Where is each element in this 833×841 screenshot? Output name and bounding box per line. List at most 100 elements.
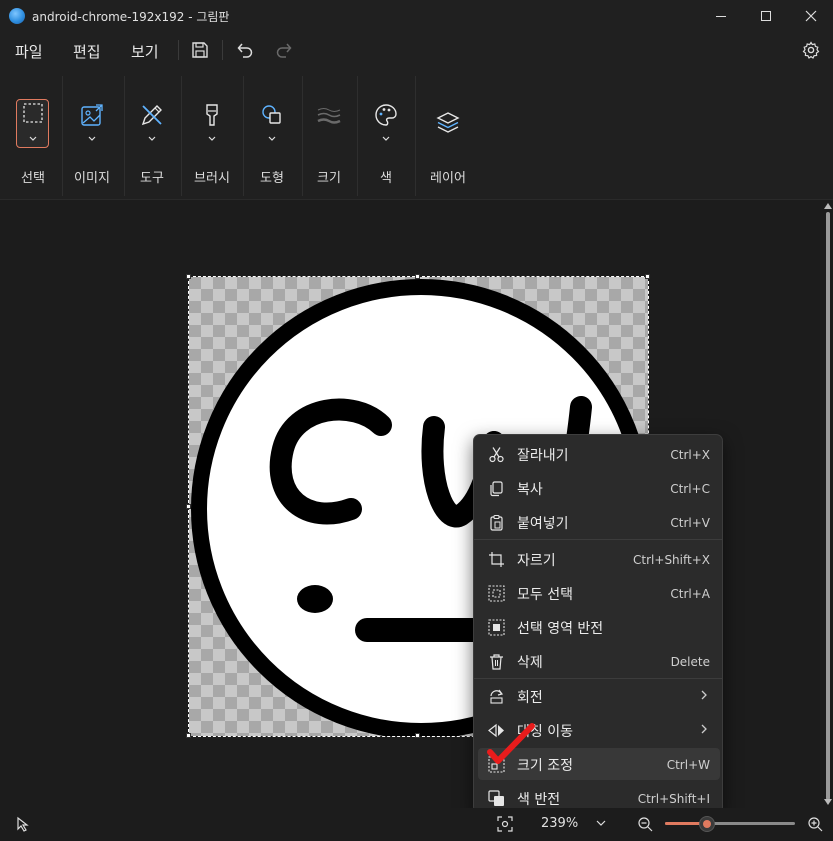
ribbon-tools-label: 도구 (140, 171, 164, 186)
zoom-slider-thumb[interactable] (698, 816, 715, 832)
invert-color-icon (488, 790, 504, 806)
menu-item-copy[interactable]: 복사 Ctrl+C (478, 472, 720, 504)
save-icon[interactable] (191, 41, 209, 59)
ribbon-select-label: 선택 (21, 171, 45, 186)
menu-item-label: 선택 영역 반전 (517, 621, 604, 637)
menu-item-shortcut: Ctrl+Shift+X (633, 553, 710, 567)
paste-clipboard-icon (490, 514, 503, 531)
menu-item-label: 자르기 (517, 553, 556, 569)
chevron-down-icon (596, 820, 606, 826)
brush-icon[interactable] (199, 102, 225, 128)
menu-item-label: 복사 (517, 482, 543, 498)
menu-item-label: 삭제 (517, 655, 543, 671)
scissors-icon (489, 447, 504, 463)
menu-item-shortcut: Ctrl+W (666, 758, 710, 772)
scroll-down-icon[interactable] (824, 799, 832, 805)
settings-gear-icon[interactable] (802, 41, 820, 59)
paint-app-icon (9, 8, 25, 24)
chevron-down-icon (382, 136, 390, 141)
ribbon-divider (62, 76, 63, 196)
vertical-scrollbar[interactable] (823, 200, 833, 808)
menu-item-select-all[interactable]: 모두 선택 Ctrl+A (478, 577, 720, 609)
selection-handle[interactable] (415, 274, 420, 279)
selection-handle[interactable] (415, 733, 420, 738)
chevron-down-icon (208, 136, 216, 141)
menu-view[interactable]: 보기 (131, 41, 159, 62)
red-checkmark-annotation (487, 723, 535, 764)
undo-icon[interactable] (236, 41, 254, 59)
menu-item-shortcut: Ctrl+X (670, 448, 710, 462)
menu-item-label: 붙여넣기 (517, 516, 569, 532)
menu-separator (474, 539, 722, 540)
trash-icon (490, 654, 503, 670)
menu-item-shortcut: Ctrl+A (670, 587, 710, 601)
minimize-button[interactable] (698, 0, 744, 32)
menu-item-invert-selection[interactable]: 선택 영역 반전 (478, 611, 720, 643)
layers-icon[interactable] (435, 110, 461, 136)
menu-file[interactable]: 파일 (15, 41, 43, 62)
minimize-icon (716, 15, 726, 17)
ribbon-divider (181, 76, 182, 196)
tools-pencil-eraser-icon[interactable] (139, 102, 165, 128)
menu-item-cut[interactable]: 잘라내기 Ctrl+X (478, 438, 720, 470)
ribbon-brush-label: 브러시 (194, 171, 230, 186)
select-all-icon (488, 585, 505, 602)
selection-handle[interactable] (186, 504, 191, 509)
shapes-icon[interactable] (259, 102, 285, 128)
ribbon-size-label: 크기 (317, 171, 341, 186)
ribbon-divider (415, 76, 416, 196)
menu-bar (0, 32, 833, 70)
menu-separator (474, 678, 722, 679)
chevron-right-icon (701, 724, 707, 734)
selection-handle[interactable] (186, 733, 191, 738)
menu-divider (178, 40, 179, 60)
ribbon-divider (124, 76, 125, 196)
pointer-cursor-icon (17, 816, 29, 832)
maximize-button[interactable] (743, 0, 789, 32)
menu-edit[interactable]: 편집 (73, 41, 101, 62)
menu-item-shortcut: Delete (670, 655, 710, 669)
zoom-out-icon[interactable] (637, 816, 653, 832)
zoom-in-icon[interactable] (807, 816, 823, 832)
ribbon-divider (302, 76, 303, 196)
crop-icon (489, 552, 504, 567)
scroll-up-icon[interactable] (824, 203, 832, 209)
menu-item-label: 잘라내기 (517, 448, 569, 464)
chevron-down-icon (148, 136, 156, 141)
scrollbar-thumb[interactable] (826, 212, 830, 800)
title-bar: android-chrome-192x192 - 그림판 (0, 0, 833, 32)
menu-item-paste[interactable]: 붙여넣기 Ctrl+V (478, 506, 720, 538)
rotate-icon (490, 689, 504, 704)
stroke-size-icon[interactable] (316, 102, 342, 128)
menu-item-label: 색 반전 (517, 792, 561, 808)
selection-rectangle-icon (23, 103, 43, 123)
close-button[interactable] (788, 0, 833, 32)
ribbon-layers-label: 레이어 (430, 171, 466, 186)
window-title: android-chrome-192x192 - 그림판 (32, 10, 230, 24)
image-icon[interactable] (79, 102, 105, 128)
chevron-down-icon (88, 136, 96, 141)
zoom-value: 239% (541, 816, 579, 831)
maximize-icon (761, 11, 771, 21)
ribbon-divider (243, 76, 244, 196)
menu-item-label: 회전 (517, 690, 543, 706)
invert-selection-icon (488, 619, 505, 636)
selection-handle[interactable] (186, 274, 191, 279)
chevron-right-icon (701, 690, 707, 700)
menu-item-crop[interactable]: 자르기 Ctrl+Shift+X (478, 543, 720, 575)
ribbon-toolbar: 선택 이미지 도구 브러시 도형 크기 색 레이어 (0, 70, 833, 200)
ribbon-image-label: 이미지 (74, 171, 110, 186)
close-icon (805, 10, 817, 22)
ribbon-color-label: 색 (380, 171, 392, 186)
fit-to-window-icon[interactable] (497, 816, 513, 832)
menu-item-rotate[interactable]: 회전 (478, 680, 720, 712)
menu-item-delete[interactable]: 삭제 Delete (478, 645, 720, 677)
ribbon-divider (357, 76, 358, 196)
menu-item-shortcut: Ctrl+C (670, 482, 710, 496)
menu-item-label: 모두 선택 (517, 587, 573, 603)
selection-handle[interactable] (645, 274, 650, 279)
redo-icon[interactable] (275, 41, 293, 59)
copy-icon (490, 481, 503, 497)
chevron-down-icon (29, 136, 37, 141)
color-palette-icon[interactable] (373, 102, 399, 128)
